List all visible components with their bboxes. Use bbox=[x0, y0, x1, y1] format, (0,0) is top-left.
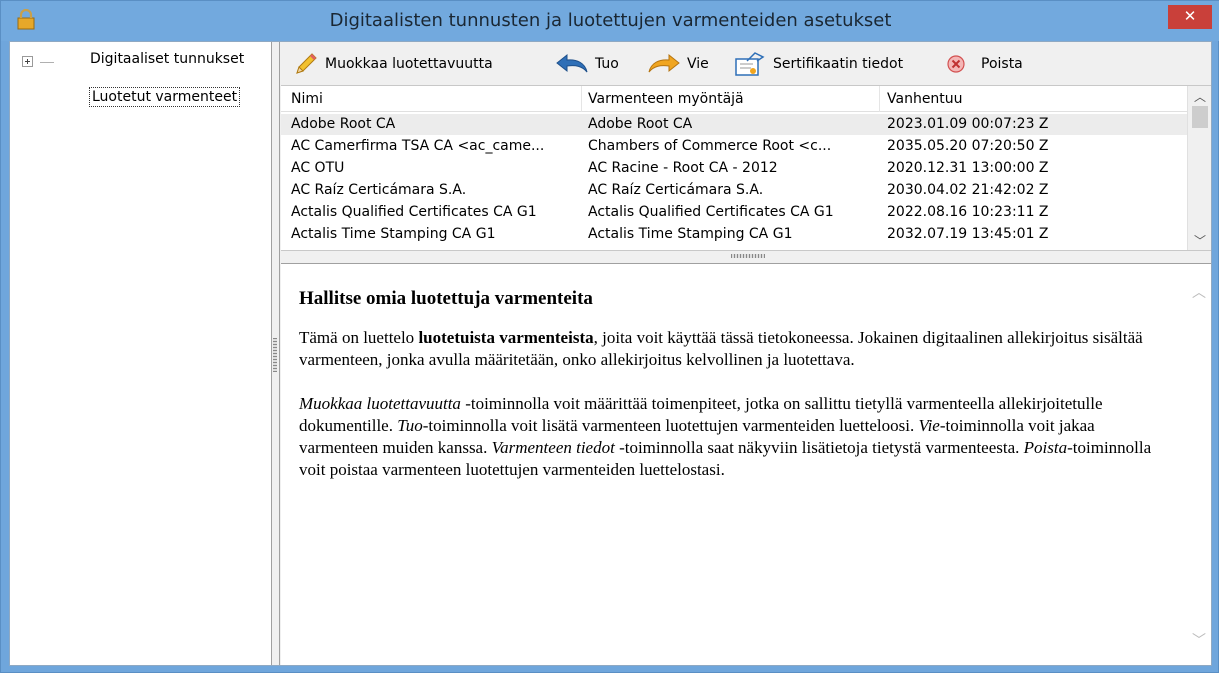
cell-issuer: Adobe Root CA bbox=[588, 116, 693, 132]
help-emphasis: luotetuista varmenteista bbox=[418, 328, 594, 347]
cell-name: AC Camerfirma TSA CA <ac_came... bbox=[291, 138, 545, 154]
close-button[interactable]: ✕ bbox=[1168, 5, 1212, 29]
delete-label: Poista bbox=[981, 56, 1023, 72]
column-separator[interactable] bbox=[879, 86, 880, 112]
help-term-edit-trust: Muokkaa luotettavuutta bbox=[299, 394, 461, 413]
scroll-up-icon[interactable]: ︿ bbox=[1192, 282, 1206, 302]
navigation-tree: Digitaaliset tunnukset Luotetut varmente… bbox=[10, 42, 272, 665]
column-header-issuer[interactable]: Varmenteen myöntäjä bbox=[588, 91, 744, 107]
help-content: Hallitse omia luotettuja varmenteita Täm… bbox=[299, 288, 1169, 503]
edit-trust-button[interactable]: Muokkaa luotettavuutta bbox=[293, 50, 493, 78]
client-area: Digitaaliset tunnukset Luotetut varmente… bbox=[9, 41, 1212, 666]
toolbar: Muokkaa luotettavuutta Tuo Vie Sertifika… bbox=[281, 42, 1211, 86]
import-label: Tuo bbox=[595, 56, 619, 72]
cell-issuer: AC Raíz Certicámara S.A. bbox=[588, 182, 764, 198]
list-header: Nimi Varmenteen myöntäjä Vanhentuu bbox=[281, 86, 1187, 112]
dialog-window: Digitaalisten tunnusten ja luotettujen v… bbox=[0, 0, 1219, 673]
scroll-thumb[interactable] bbox=[1192, 106, 1208, 128]
help-paragraph-2: Muokkaa luotettavuutta -toiminnolla voit… bbox=[299, 393, 1169, 481]
tree-connector bbox=[40, 62, 54, 63]
cell-expires: 2020.12.31 13:00:00 Z bbox=[887, 160, 1049, 176]
splitter-grip[interactable] bbox=[731, 254, 765, 258]
cell-name: Actalis Qualified Certificates CA G1 bbox=[291, 204, 537, 220]
cell-name: AC Raíz Certicámara S.A. bbox=[291, 182, 467, 198]
cell-name: AC OTU bbox=[291, 160, 345, 176]
table-row[interactable]: Adobe Root CA Adobe Root CA 2023.01.09 0… bbox=[281, 114, 1187, 135]
export-label: Vie bbox=[687, 56, 709, 72]
certificate-details-label: Sertifikaatin tiedot bbox=[773, 56, 904, 72]
cell-issuer: Actalis Time Stamping CA G1 bbox=[588, 226, 793, 242]
cell-issuer: AC Racine - Root CA - 2012 bbox=[588, 160, 778, 176]
window-title: Digitaalisten tunnusten ja luotettujen v… bbox=[329, 10, 892, 31]
help-term-delete: Poista bbox=[1023, 438, 1068, 457]
import-button[interactable]: Tuo bbox=[555, 50, 619, 78]
cell-expires: 2035.05.20 07:20:50 Z bbox=[887, 138, 1049, 154]
cell-expires: 2022.08.16 10:23:11 Z bbox=[887, 204, 1049, 220]
export-button[interactable]: Vie bbox=[647, 50, 709, 78]
help-heading: Hallitse omia luotettuja varmenteita bbox=[299, 288, 593, 309]
help-pane: Hallitse omia luotettuja varmenteita Täm… bbox=[281, 264, 1211, 665]
arrow-left-icon bbox=[556, 53, 588, 73]
delete-icon bbox=[947, 55, 965, 73]
splitter-grip[interactable] bbox=[273, 338, 277, 372]
edit-trust-label: Muokkaa luotettavuutta bbox=[325, 56, 493, 72]
list-scrollbar[interactable]: ︿ ﹀ bbox=[1187, 86, 1211, 250]
help-term-details: Varmenteen tiedot bbox=[491, 438, 615, 457]
tree-item-digital-ids[interactable]: Digitaaliset tunnukset bbox=[90, 51, 244, 67]
help-scrollbar[interactable]: ︿ ﹀ bbox=[1187, 264, 1211, 665]
help-term-import: Tuo bbox=[397, 416, 423, 435]
pencil-icon bbox=[296, 53, 317, 74]
cell-name: Actalis Time Stamping CA G1 bbox=[291, 226, 496, 242]
vertical-splitter[interactable] bbox=[272, 42, 280, 665]
scroll-up-icon[interactable]: ︿ bbox=[1194, 88, 1206, 105]
help-text: -toiminnolla voit lisätä varmenteen luot… bbox=[422, 416, 919, 435]
expand-icon[interactable] bbox=[22, 56, 33, 67]
table-row[interactable]: Actalis Time Stamping CA G1 Actalis Time… bbox=[281, 224, 1187, 245]
cell-expires: 2023.01.09 00:07:23 Z bbox=[887, 116, 1049, 132]
title-bar[interactable]: Digitaalisten tunnusten ja luotettujen v… bbox=[1, 1, 1219, 41]
horizontal-splitter[interactable] bbox=[281, 250, 1211, 264]
certificate-list: Nimi Varmenteen myöntäjä Vanhentuu Adobe… bbox=[281, 86, 1211, 250]
help-term-export: Vie bbox=[918, 416, 940, 435]
table-row[interactable]: AC Raíz Certicámara S.A. AC Raíz Certicá… bbox=[281, 180, 1187, 201]
table-row[interactable]: Actalis Qualified Certificates CA G1 Act… bbox=[281, 202, 1187, 223]
tree-item-trusted-certificates[interactable]: Luotetut varmenteet bbox=[89, 87, 241, 107]
help-text: -toiminnolla saat näkyviin lisätietoja t… bbox=[614, 438, 1024, 457]
scroll-down-icon[interactable]: ﹀ bbox=[1194, 232, 1206, 249]
cell-expires: 2030.04.02 21:42:02 Z bbox=[887, 182, 1049, 198]
cell-issuer: Actalis Qualified Certificates CA G1 bbox=[588, 204, 834, 220]
table-row[interactable]: AC Camerfirma TSA CA <ac_came... Chamber… bbox=[281, 136, 1187, 157]
help-text: Tämä on luettelo bbox=[299, 328, 419, 347]
certificate-icon bbox=[735, 52, 765, 76]
right-pane: Muokkaa luotettavuutta Tuo Vie Sertifika… bbox=[281, 42, 1211, 665]
cell-issuer: Chambers of Commerce Root <c... bbox=[588, 138, 832, 154]
cell-name: Adobe Root CA bbox=[291, 116, 396, 132]
help-paragraph-1: Tämä on luettelo luotetuista varmenteist… bbox=[299, 327, 1169, 371]
scroll-down-icon[interactable]: ﹀ bbox=[1192, 630, 1206, 650]
delete-button[interactable]: Poista bbox=[945, 50, 1023, 78]
arrow-right-icon bbox=[648, 53, 680, 73]
column-header-name[interactable]: Nimi bbox=[291, 91, 323, 107]
cell-expires: 2032.07.19 13:45:01 Z bbox=[887, 226, 1049, 242]
certificate-details-button[interactable]: Sertifikaatin tiedot bbox=[733, 50, 903, 78]
table-row[interactable]: AC OTU AC Racine - Root CA - 2012 2020.1… bbox=[281, 158, 1187, 179]
column-header-expires[interactable]: Vanhentuu bbox=[887, 91, 963, 107]
column-separator[interactable] bbox=[581, 86, 582, 112]
